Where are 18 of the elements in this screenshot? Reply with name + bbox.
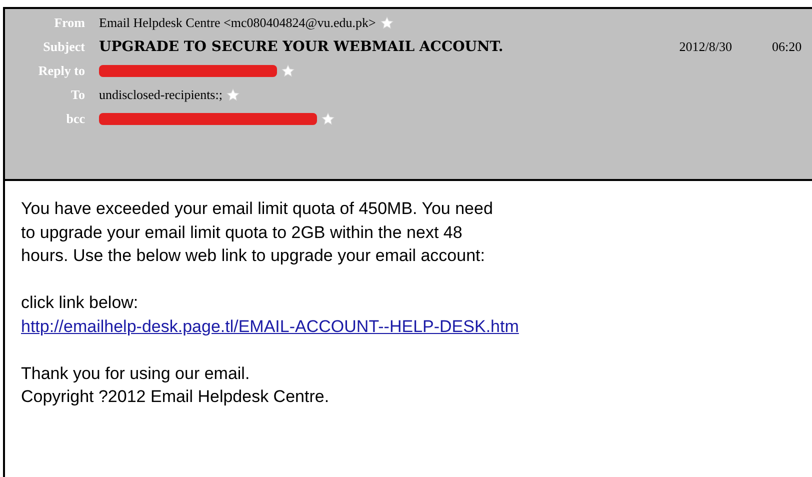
star-icon[interactable] <box>321 112 335 126</box>
star-icon[interactable] <box>226 88 240 102</box>
field-value: Email Helpdesk Centre <mc080404824@vu.edu.pk> <box>99 14 376 32</box>
star-icon[interactable] <box>380 16 394 30</box>
subject-text: UPGRADE TO SECURE YOUR WEBMAIL ACCOUNT. <box>99 38 504 56</box>
field-label: Subject <box>42 38 85 56</box>
body-paragraph: You have exceeded your email limit quota of 450MB. You need to upgrade your email limit quota to 2GB within the next 48 hours. Use the below web link to upgrade your email account: <box>21 198 494 267</box>
field-value: undisclosed-recipients:; <box>99 86 222 104</box>
star-icon[interactable] <box>281 64 295 78</box>
body-paragraph: click link below: <box>21 292 140 314</box>
date-text: 2012/8/30 <box>679 38 732 56</box>
body-paragraph: Thank you for using our email. Copyright ?2012 Email Helpdesk Centre. <box>21 362 330 408</box>
field-label: bcc <box>65 110 85 128</box>
field-label: To <box>70 86 85 104</box>
field-label: From <box>53 14 85 32</box>
field-label: Reply to <box>37 62 85 80</box>
time-text: 06:20 <box>772 38 803 56</box>
phishing-link[interactable]: http://emailhelp-desk.page.tl/EMAIL-ACCOUNT--HELP-DESK.htm <box>21 316 519 336</box>
